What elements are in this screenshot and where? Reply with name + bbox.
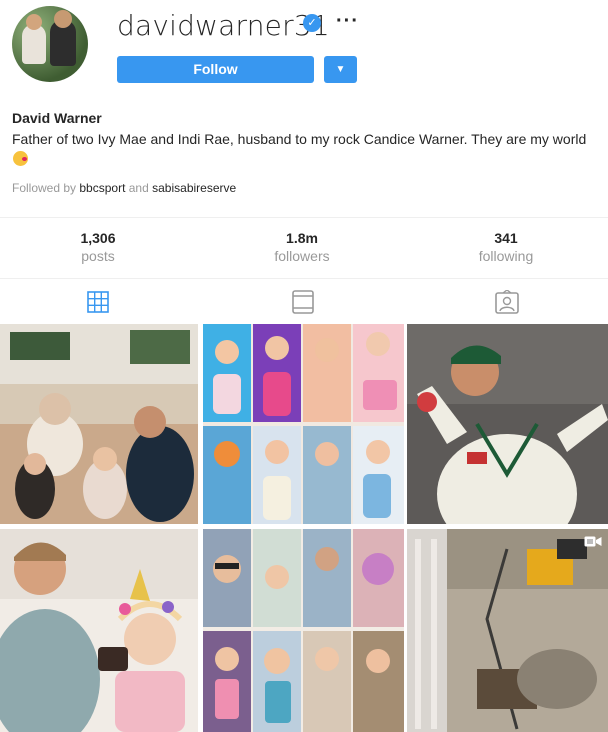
post-tile[interactable] [203,324,404,524]
kissing-face-emoji-icon [13,151,28,166]
profile-full-name: David Warner [12,110,102,126]
grid-icon [87,291,109,313]
ellipsis-icon[interactable]: ··· [336,10,359,33]
post-family-dinner [0,324,198,524]
post-tile[interactable] [203,529,404,732]
stat-label: followers [274,248,330,264]
stat-following[interactable]: 341 following [426,229,586,265]
profile-bio: Father of two Ivy Mae and Indi Rae, husb… [12,129,587,169]
divider [0,217,608,218]
post-tile[interactable] [0,529,198,732]
followed-by: Followed by bbcsport and sabisabireserve [12,181,236,195]
post-construction-site [407,529,608,732]
followed-by-user-link[interactable]: sabisabireserve [152,181,236,195]
stat-followers[interactable]: 1.8m followers [222,229,382,265]
stat-value: 1,306 [80,230,116,246]
tab-posts-grid[interactable] [85,290,111,314]
stat-label: following [478,248,534,264]
stat-value: 341 [494,230,518,246]
tab-igtv[interactable] [290,290,316,314]
igtv-icon [292,290,314,314]
post-kids-collage [203,324,404,524]
followed-by-and: and [128,181,149,195]
divider [0,278,608,279]
tab-tagged[interactable] [494,289,520,314]
profile-username: davidwarner31 [117,9,330,42]
stat-value: 1.8m [286,230,318,246]
stat-posts[interactable]: 1,306 posts [18,229,178,265]
verified-badge-icon: ✓ [303,14,321,32]
suggestions-dropdown-button[interactable]: ▼ [324,56,357,83]
post-cricketer-celebrating [407,324,608,524]
post-tile[interactable] [407,324,608,524]
tagged-icon [495,289,519,314]
post-tile[interactable] [0,324,198,524]
post-family-collage [203,529,404,732]
followed-by-prefix: Followed by [12,181,77,195]
video-camera-icon [584,536,602,547]
post-tile[interactable] [407,529,608,732]
bio-text: Father of two Ivy Mae and Indi Rae, husb… [12,131,587,147]
profile-avatar[interactable] [12,6,88,82]
followed-by-user-link[interactable]: bbcsport [79,181,125,195]
post-father-daughter-cake [0,529,198,732]
follow-button[interactable]: Follow [117,56,314,83]
stat-label: posts [81,248,115,264]
caret-down-icon: ▼ [335,64,346,75]
